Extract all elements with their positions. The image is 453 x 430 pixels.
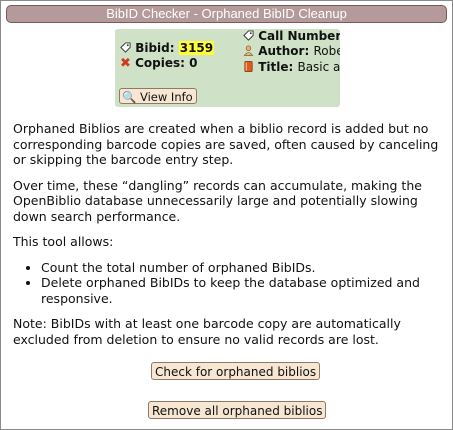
title-label: Title: [258, 60, 294, 74]
author-row: Author: Rober [243, 44, 340, 58]
title-row: Title: Basic acc [243, 60, 340, 74]
book-icon [244, 61, 253, 72]
tag-icon [243, 30, 254, 41]
check-orphaned-button[interactable]: Check for orphaned biblios [151, 362, 321, 380]
paragraph-dangling: Over time, these “dangling” records can … [13, 177, 422, 224]
author-label: Author: [258, 44, 310, 58]
tag-icon [120, 42, 131, 53]
magnifier-icon: 🔍 [122, 90, 137, 104]
view-info-button[interactable]: 🔍 View Info [119, 88, 197, 104]
x-mark-icon: ✖ [120, 56, 131, 71]
paragraph-orphaned: Orphaned Biblios are created when a bibl… [13, 121, 439, 167]
author-value: Rober [313, 44, 340, 58]
person-icon [243, 45, 254, 56]
copies-label: Copies: [135, 56, 185, 70]
title-value: Basic acc [297, 60, 340, 74]
bibid-row: Bibid: 3159 [120, 41, 215, 55]
list-item: Count the total number of orphaned BibID… [41, 260, 441, 276]
copies-value: 0 [189, 56, 198, 70]
paragraph-tool-allows: This tool allows: [13, 234, 114, 249]
bibid-value: 3159 [178, 41, 215, 55]
copies-row: ✖ Copies: 0 [120, 56, 197, 71]
description: Orphaned Biblios are created when a bibl… [13, 121, 441, 357]
list-item: Delete orphaned BibIDs to keep the datab… [41, 275, 441, 306]
bibid-label: Bibid: [135, 41, 175, 55]
remove-orphaned-button[interactable]: Remove all orphaned biblios [148, 401, 327, 419]
callnumber-row: Call Number: [243, 29, 340, 43]
view-info-label: View Info [139, 90, 193, 104]
window-title: BibID Checker - Orphaned BibID Cleanup [6, 5, 447, 23]
note-paragraph: Note: BibIDs with at least one barcode c… [13, 316, 401, 347]
callnumber-label: Call Number: [258, 29, 340, 43]
biblio-info-card: Bibid: 3159 ✖ Copies: 0 Call Number: Aut… [115, 29, 340, 107]
feature-list: Count the total number of orphaned BibID… [13, 260, 441, 307]
window-frame: BibID Checker - Orphaned BibID Cleanup B… [0, 0, 453, 430]
